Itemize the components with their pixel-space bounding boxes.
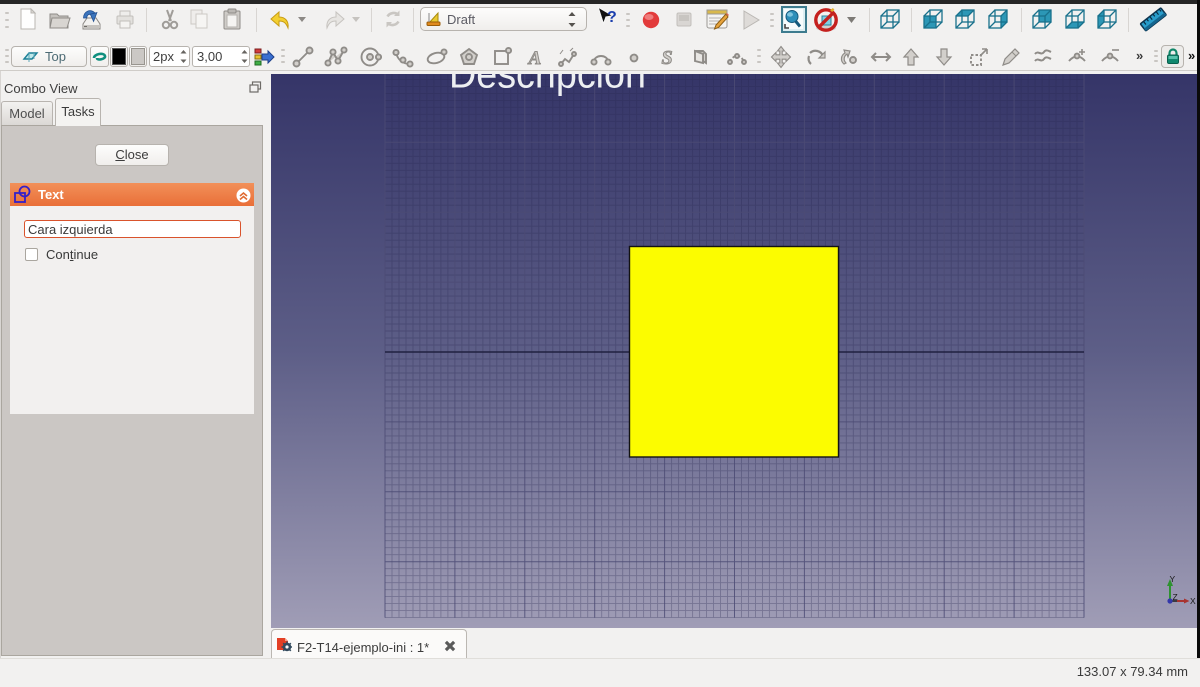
svg-text:Descripción: Descripción [449,74,646,97]
svg-text:X: X [1190,596,1196,606]
svg-text:Z: Z [1173,592,1178,602]
svg-text:A: A [528,48,542,69]
svg-text:S: S [661,47,672,69]
svg-text:Y: Y [1170,574,1176,584]
svg-text:?: ? [607,9,617,26]
